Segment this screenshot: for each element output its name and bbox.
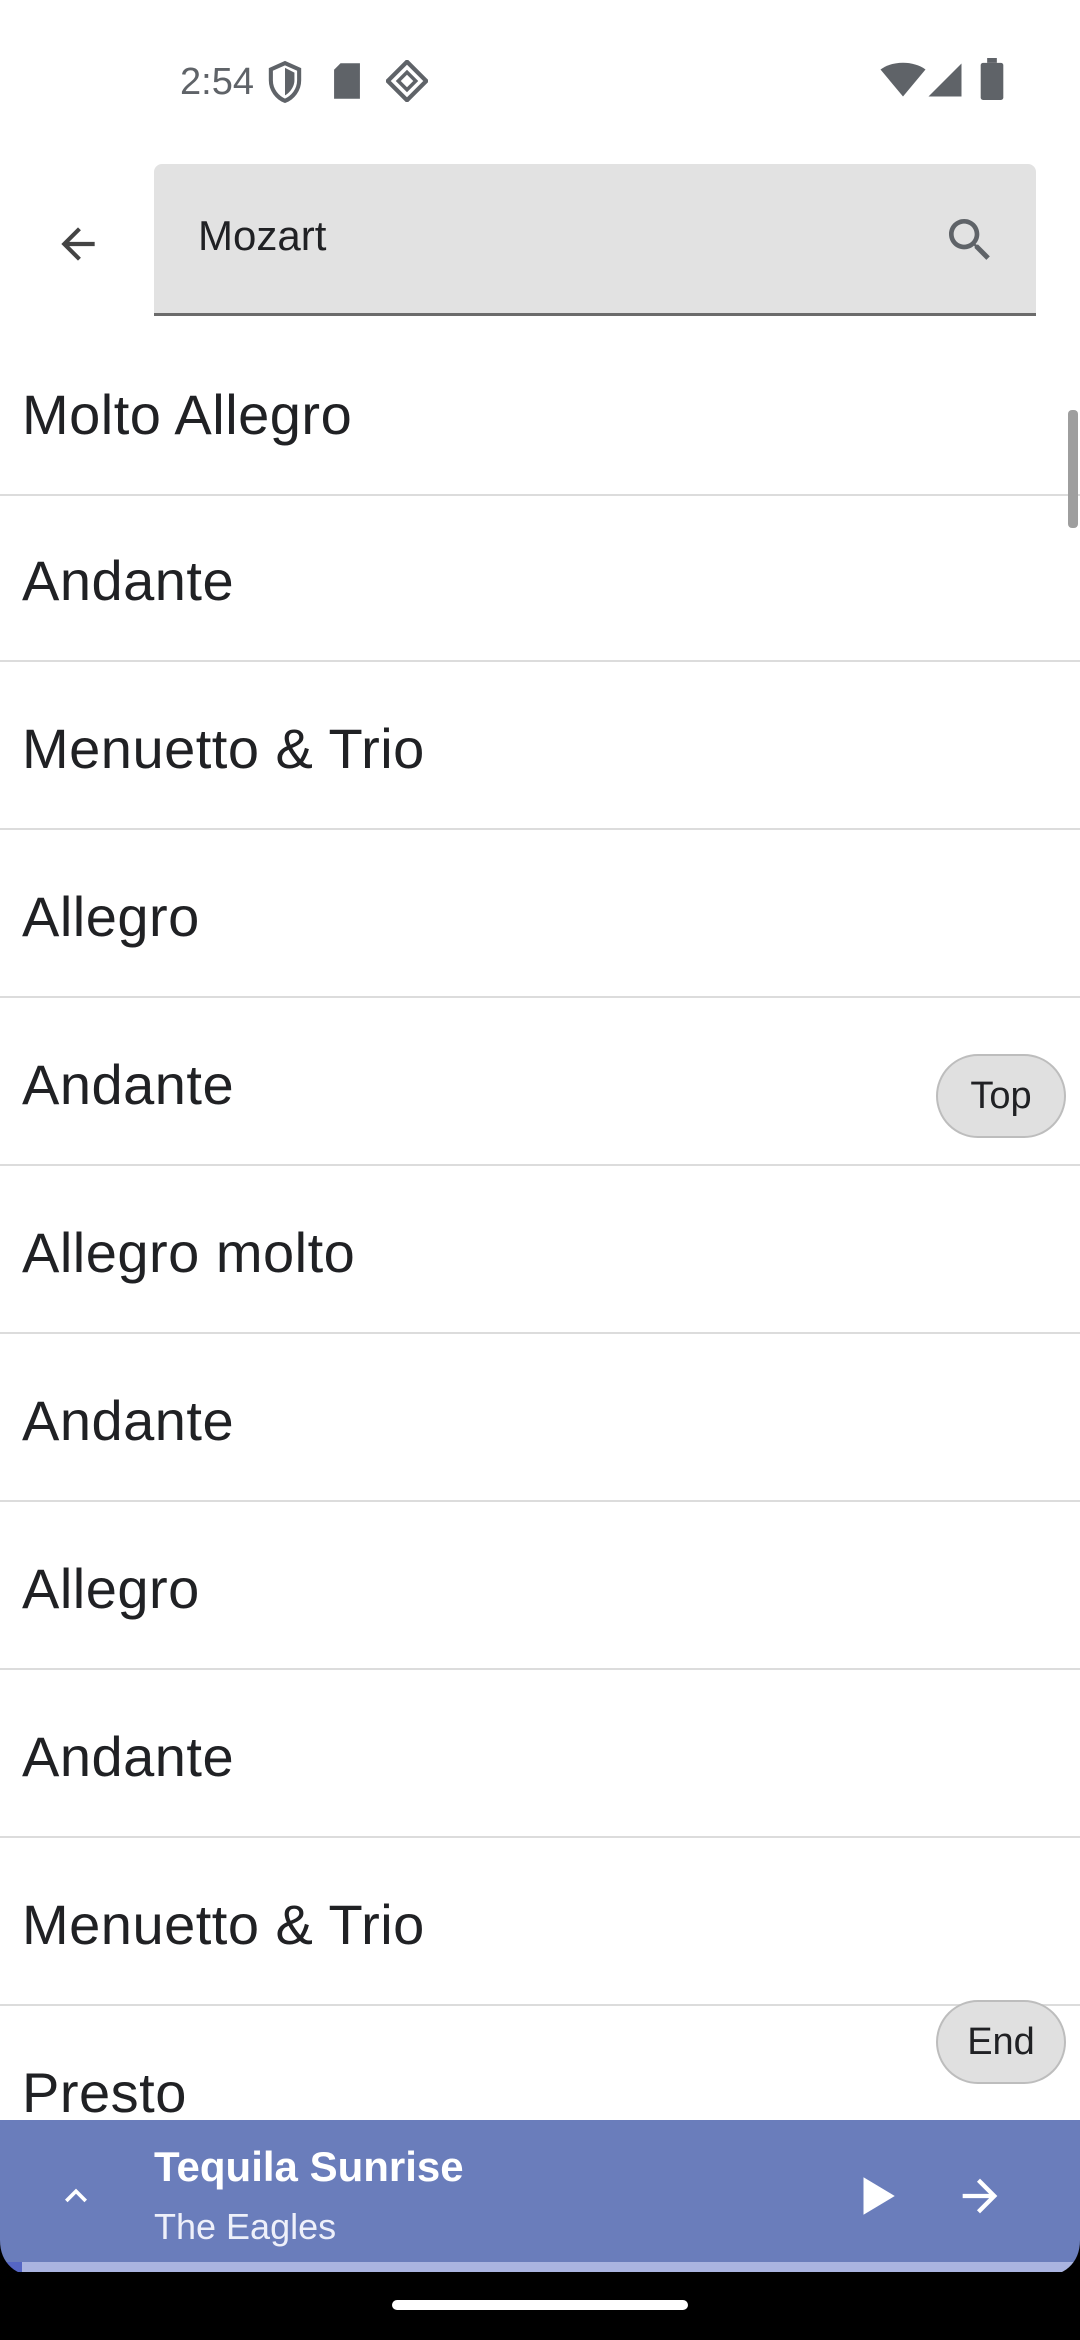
arrow-left-icon	[61, 227, 95, 261]
status-bar: 2:54	[0, 0, 1080, 150]
play-icon	[863, 2177, 895, 2215]
list-item-title: Allegro molto	[22, 1221, 356, 1284]
track-title: Tequila Sunrise	[154, 2143, 464, 2190]
expand-player-button[interactable]	[36, 2156, 116, 2236]
sd-card-icon	[330, 60, 364, 107]
shield-icon	[266, 60, 304, 109]
list-item[interactable]: Andante	[0, 496, 1080, 662]
status-time: 2:54	[180, 61, 254, 103]
list-item[interactable]: Andante	[0, 1000, 1080, 1166]
list-item-title: Allegro	[22, 885, 200, 948]
list-item-title: Andante	[22, 1389, 235, 1452]
arrow-right-icon	[962, 2178, 998, 2214]
list-item[interactable]: Menuetto & Trio	[0, 664, 1080, 830]
results-list[interactable]: Molto Allegro Andante Menuetto & Trio Al…	[0, 330, 1080, 2120]
search-input[interactable]	[198, 204, 878, 268]
list-item[interactable]: Andante	[0, 1336, 1080, 1502]
diamond-icon	[384, 58, 430, 107]
battery-icon	[980, 58, 1004, 105]
search-field[interactable]	[154, 164, 1036, 316]
scroll-end-button[interactable]: End	[936, 2000, 1066, 2084]
scrollbar-thumb[interactable]	[1068, 410, 1078, 528]
search-icon	[949, 219, 990, 260]
signal-icon	[926, 62, 964, 103]
list-item[interactable]: Presto	[0, 2008, 1080, 2120]
list-item-title: Andante	[22, 549, 235, 612]
next-button[interactable]	[940, 2156, 1020, 2236]
back-button[interactable]	[30, 196, 126, 292]
screen-corner-mask	[0, 2240, 1080, 2280]
list-item-title: Andante	[22, 1725, 235, 1788]
play-button[interactable]	[836, 2156, 916, 2236]
list-item[interactable]: Allegro	[0, 1504, 1080, 1670]
list-item[interactable]: Menuetto & Trio	[0, 1840, 1080, 2006]
list-item-title: Molto Allegro	[22, 383, 353, 446]
list-item-title: Menuetto & Trio	[22, 717, 425, 780]
list-item-title: Allegro	[22, 1557, 200, 1620]
list-item[interactable]: Allegro	[0, 832, 1080, 998]
list-item[interactable]: Allegro molto	[0, 1168, 1080, 1334]
list-item[interactable]: Molto Allegro	[0, 330, 1080, 496]
list-item-title: Presto	[22, 2061, 187, 2120]
home-gesture-handle[interactable]	[392, 2300, 688, 2310]
list-item-title: Menuetto & Trio	[22, 1893, 425, 1956]
list-item[interactable]: Andante	[0, 1672, 1080, 1838]
scroll-top-button[interactable]: Top	[936, 1054, 1066, 1138]
search-header	[0, 150, 1080, 330]
chevron-up-icon	[65, 2188, 87, 2203]
list-item-title: Andante	[22, 1053, 235, 1116]
search-button[interactable]	[930, 200, 1010, 280]
wifi-icon	[880, 62, 926, 103]
